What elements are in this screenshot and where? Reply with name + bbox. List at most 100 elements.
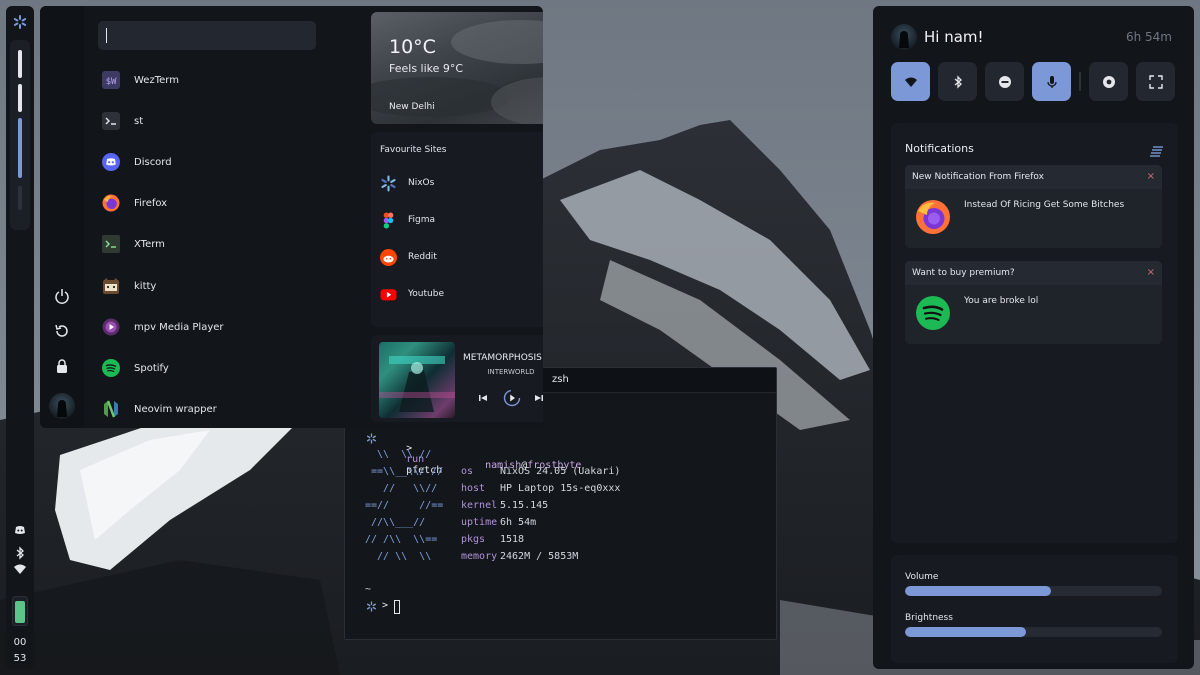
site-nixos[interactable]: NixOs: [380, 174, 543, 192]
previous-track-icon[interactable]: [476, 391, 490, 405]
screen-record-toggle[interactable]: [1089, 62, 1128, 101]
pfetch-value: 5.15.145: [500, 500, 549, 511]
ascii-art-line: ==\\__\\/ //: [365, 466, 444, 477]
pfetch-key: os: [461, 466, 474, 477]
discord-tray-icon[interactable]: [13, 523, 27, 537]
user-avatar[interactable]: [49, 393, 75, 419]
power-menu: [40, 6, 84, 428]
volume-fill: [905, 586, 1052, 596]
nixos-icon: [381, 175, 396, 191]
notification-body: You are broke lol: [964, 296, 1039, 306]
wifi-toggle[interactable]: [891, 62, 930, 101]
volume-slider[interactable]: [905, 586, 1162, 596]
clear-notifications-icon[interactable]: [1150, 145, 1164, 157]
notifications-heading: Notifications: [905, 142, 974, 155]
workspace-2[interactable]: [18, 84, 22, 112]
notification-header: New Notification From Firefox ×: [905, 165, 1162, 189]
battery-fill: [15, 601, 25, 623]
status-bar: 00 53: [6, 6, 34, 669]
close-icon[interactable]: ×: [1147, 171, 1155, 182]
app-label: WezTerm: [134, 74, 179, 86]
site-label: NixOs: [408, 178, 435, 188]
app-item-kitty[interactable]: kitty: [102, 273, 362, 299]
lock-icon[interactable]: [53, 357, 71, 375]
app-label: mpv Media Player: [134, 321, 224, 333]
notification-card[interactable]: Want to buy premium? × You are broke lol: [905, 261, 1162, 344]
ascii-art-line: // /\\ \\==: [365, 534, 438, 545]
app-item-mpv[interactable]: mpv Media Player: [102, 314, 362, 340]
app-item-neovim[interactable]: Neovim wrapper: [102, 396, 362, 422]
spotify-icon: [916, 296, 950, 330]
favourite-sites-heading: Favourite Sites: [380, 145, 447, 155]
pfetch-row: memory: [461, 551, 497, 562]
bluetooth-toggle[interactable]: [938, 62, 977, 101]
firefox-icon: [102, 194, 120, 212]
nixos-prompt-icon: [366, 601, 377, 612]
app-list: $W WezTerm st Discord Firefox XTerm kitt…: [84, 6, 371, 428]
ascii-art-line: \\ \\ //: [365, 449, 432, 460]
album-art: [379, 342, 455, 418]
app-label: Discord: [134, 156, 172, 168]
power-icon[interactable]: [53, 287, 71, 305]
bluetooth-icon: [954, 74, 962, 89]
battery-indicator[interactable]: [12, 596, 28, 626]
notification-card[interactable]: New Notification From Firefox × Instead …: [905, 165, 1162, 248]
workspace-indicator: [10, 40, 30, 230]
bluetooth-tray-icon[interactable]: [13, 546, 27, 560]
site-reddit[interactable]: Reddit: [380, 248, 543, 266]
text-cursor: [106, 28, 107, 43]
brightness-fill: [905, 627, 1026, 637]
user-avatar[interactable]: [891, 24, 917, 50]
app-item-st[interactable]: st: [102, 108, 362, 134]
site-youtube[interactable]: Youtube: [380, 285, 543, 303]
search-input[interactable]: [98, 21, 316, 50]
workspace-4[interactable]: [18, 186, 22, 210]
pfetch-key: memory: [461, 551, 498, 562]
workspace-1[interactable]: [18, 50, 22, 78]
app-item-discord[interactable]: Discord: [102, 149, 362, 175]
close-icon[interactable]: ×: [1147, 267, 1155, 278]
notification-header: Want to buy premium? ×: [905, 261, 1162, 285]
nixos-logo-icon[interactable]: [12, 14, 28, 30]
figma-icon: [383, 212, 394, 228]
brightness-slider[interactable]: [905, 627, 1162, 637]
restart-icon[interactable]: [53, 322, 71, 340]
pfetch-value: NixOS 24.05 (Uakari): [500, 466, 621, 477]
site-figma[interactable]: Figma: [380, 211, 543, 229]
app-label: st: [134, 115, 144, 127]
microphone-toggle[interactable]: [1032, 62, 1071, 101]
clock-minute: 53: [13, 653, 27, 664]
ascii-art-line: ==// //==: [365, 500, 444, 511]
microphone-icon: [1046, 75, 1057, 88]
next-track-icon[interactable]: [532, 391, 543, 405]
app-label: Firefox: [134, 197, 168, 209]
site-label: Figma: [408, 215, 436, 225]
greeting: Hi nam!: [924, 28, 984, 46]
prompt-symbol: >: [382, 600, 389, 611]
wifi-tray-icon[interactable]: [13, 562, 27, 576]
site-label: Reddit: [408, 252, 437, 262]
notification-body: Instead Of Ricing Get Some Bitches: [964, 200, 1125, 210]
terminal-icon: [102, 235, 120, 253]
pfetch-row: os: [461, 466, 473, 477]
app-label: kitty: [134, 280, 157, 292]
city: New Delhi: [389, 102, 435, 112]
ascii-art-line: // \\//: [365, 483, 438, 494]
current-directory: ~: [365, 584, 372, 595]
app-item-xterm[interactable]: XTerm: [102, 231, 362, 257]
spotify-icon: [102, 359, 120, 377]
app-item-firefox[interactable]: Firefox: [102, 190, 362, 216]
play-pause-icon[interactable]: [503, 389, 521, 407]
volume-label: Volume: [905, 572, 939, 582]
record-icon: [1102, 75, 1115, 88]
pfetch-key: host: [461, 483, 486, 494]
do-not-disturb-toggle[interactable]: [985, 62, 1024, 101]
workspace-3[interactable]: [18, 118, 22, 178]
nixos-prompt-icon: [366, 433, 377, 444]
app-item-spotify[interactable]: Spotify: [102, 355, 362, 381]
app-item-wezterm[interactable]: $W WezTerm: [102, 67, 362, 93]
pfetch-value: 2462M / 5853M: [500, 551, 579, 562]
terminal-icon: [102, 112, 120, 130]
fullscreen-toggle[interactable]: [1136, 62, 1175, 101]
terminal-title: zsh: [552, 374, 569, 385]
